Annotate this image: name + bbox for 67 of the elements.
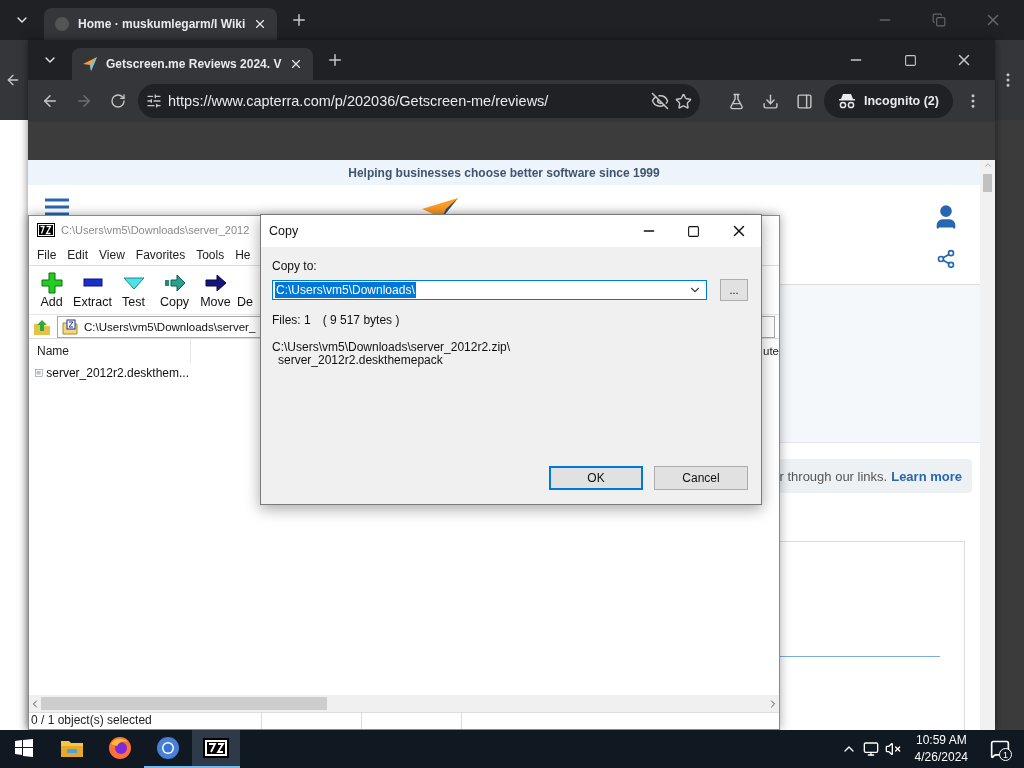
incognito-button[interactable]: Incognito (2) [824,84,953,118]
site-icon [54,16,70,32]
taskbar-app[interactable] [192,730,240,768]
browser-icon[interactable] [108,736,132,760]
source-path: C:\Users\vm5\Downloads\server_2012r2.zip\ [272,341,512,354]
folder-up-icon[interactable] [33,317,51,336]
dialog-title: Copy [269,224,299,238]
eye-off-icon[interactable] [651,92,669,110]
toolbar-button[interactable]: Move [196,271,235,309]
destination-field[interactable]: C:\Users\vm5\Downloads\ [272,280,707,300]
clock[interactable]: 10:59 AM 4/26/2024 [906,732,976,766]
menu-item[interactable]: File [37,247,57,262]
toolbar-button[interactable]: Copy [155,271,194,309]
ok-button[interactable]: OK [549,466,643,490]
browse-button[interactable]: ... [720,279,748,301]
file-size: ( 9 517 bytes ) [322,313,400,327]
toolbar-button[interactable]: Extract [73,271,112,309]
browser-tab[interactable]: Getscreen.me Reviews 2024. V [72,48,314,80]
column-header[interactable]: ute [763,339,779,363]
notification-count: 1 [999,748,1012,761]
share-icon[interactable] [936,249,956,269]
plus-icon [40,271,63,294]
incognito-icon [838,93,856,109]
notification-icon[interactable] [990,739,1010,759]
field-label: Copy to: [272,259,318,273]
side-panel-icon[interactable] [795,92,813,110]
address-bar[interactable]: https://www.capterra.com/p/202036/Getscreen-me/reviews/ [138,84,700,118]
toolbar-button[interactable]: Add [32,271,71,309]
maximize-icon[interactable] [687,224,700,238]
scroll-thumb[interactable] [41,697,327,710]
browser-tab[interactable]: Home · muskumlegarm/l Wiki [44,8,278,40]
back-icon[interactable] [5,72,21,88]
site-info-icon[interactable] [146,93,162,109]
window-title: C:\Users\vm5\Downloads\server_2012 [61,224,250,236]
reload-icon[interactable] [110,93,126,109]
toolbar-button[interactable]: Test [114,271,153,309]
source-path: server_2012r2.deskthemepack [278,354,443,367]
volume-muted-icon[interactable] [884,741,901,757]
learn-more-link[interactable]: Learn more [891,468,962,484]
menu-icon[interactable] [44,197,70,217]
file-row[interactable]: server_2012r2.deskthem... [29,363,189,383]
arrow-icon [204,271,227,294]
menu-item[interactable]: View [99,247,125,262]
app-icon [37,223,55,237]
start-icon[interactable] [15,739,33,757]
network-icon[interactable] [862,741,879,757]
folder-icon[interactable] [60,738,84,758]
back-icon[interactable] [41,92,59,110]
browser-icon[interactable] [156,736,180,760]
file-count: Files: 1 [272,313,311,327]
archive-app-icon[interactable] [203,738,229,758]
archive-icon [62,318,78,335]
bookmark-icon[interactable] [675,92,692,110]
menu-item[interactable]: Favorites [135,247,186,262]
notice-text: r through our links. [779,468,888,484]
download-icon[interactable] [761,92,779,110]
menu-item[interactable]: Tools [196,247,225,262]
menu-item[interactable]: Edit [67,247,89,262]
tagline: Helping businesses choose better software since 1999 [28,160,980,185]
logo-icon [82,56,98,72]
flask-icon[interactable] [727,92,745,110]
scroll-thumb[interactable] [983,174,992,192]
status-text: 0 / 1 object(s) selected [29,713,262,729]
menu-item[interactable]: He [235,247,251,262]
column-header[interactable]: Name [29,339,191,363]
cancel-button[interactable]: Cancel [654,466,748,490]
restore-icon[interactable] [932,13,946,27]
